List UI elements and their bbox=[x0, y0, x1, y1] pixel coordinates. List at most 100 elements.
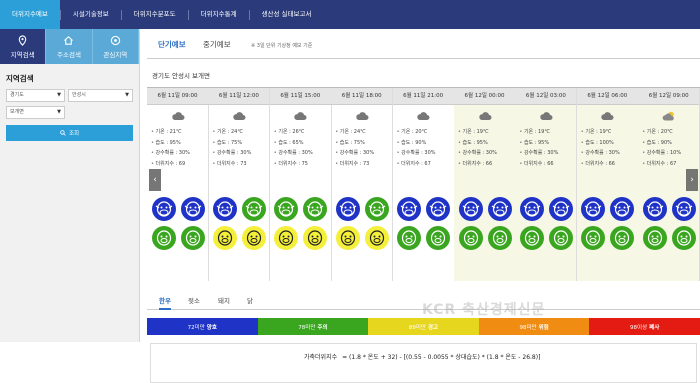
province-value: 경기도 bbox=[10, 92, 24, 98]
cow-face-icon bbox=[487, 197, 512, 221]
map-pin-icon bbox=[18, 34, 27, 46]
cow-face-icon bbox=[180, 197, 205, 221]
legend-item: 98미만 위험 bbox=[478, 318, 590, 335]
town-value: 보개면 bbox=[10, 109, 24, 115]
prev-arrow-button[interactable]: ‹ bbox=[149, 169, 161, 191]
forecast-info: • 기온 : 26℃ • 습도 : 65% • 강수확률 : 30% • 더위지수 :… bbox=[270, 127, 331, 189]
humidity-text: • 습도 : 95% bbox=[151, 139, 181, 146]
next-arrow-button[interactable]: › bbox=[686, 169, 698, 191]
humidity-value: 습도 : 95% bbox=[155, 139, 181, 146]
top-navigation: 더위지수예보 시설기술정보 더위지수분포도 더위지수통계 생산성 실태보고서 bbox=[0, 0, 700, 29]
animal-status-icons bbox=[515, 192, 577, 272]
heat-index-text: • 더위지수 : 66 bbox=[519, 160, 554, 167]
forecast-time: 6월 11일 12:00 bbox=[208, 88, 270, 105]
cow-face-icon bbox=[364, 197, 389, 221]
temperature-value: 기온 : 19℃ bbox=[462, 129, 489, 135]
forecast-tabs: 단기예보 중기예보 ※ 3일 단위 기상청 예보 기준 bbox=[147, 34, 700, 59]
weather-icon-cell bbox=[577, 105, 638, 127]
cow-face-icon bbox=[241, 197, 266, 221]
cow-face-icon bbox=[548, 197, 573, 221]
weather-icon-cell bbox=[454, 105, 515, 127]
forecast-column: 6월 12일 00:00 • 기온 : 19℃ • 습도 : 95% • 강수확률 :… bbox=[454, 88, 516, 281]
forecast-column: 6월 11일 15:00 • 기온 : 26℃ • 습도 : 65% • 강수확률 :… bbox=[269, 88, 332, 281]
tab-pig[interactable]: 돼지 bbox=[218, 295, 230, 305]
cow-face-icon bbox=[274, 197, 299, 221]
legend-item: 78미만 주의 bbox=[257, 318, 369, 335]
animal-status-icons bbox=[454, 192, 516, 272]
legend-level: 폐사 bbox=[649, 324, 660, 331]
province-select[interactable]: 경기도 ▼ bbox=[6, 89, 65, 102]
nav-statistics[interactable]: 더위지수통계 bbox=[189, 0, 249, 29]
weather-icon-cell bbox=[515, 105, 576, 127]
humidity-text: • 습도 : 95% bbox=[458, 139, 488, 146]
heat-index-legend: 72미만 양호 78미만 주의 89미만 경고 98미만 위험 98이상 폐사 bbox=[147, 318, 700, 335]
town-select[interactable]: 보개면 ▼ bbox=[6, 106, 65, 119]
heat-index-value: 더위지수 : 69 bbox=[155, 160, 186, 167]
forecast-info: • 기온 : 20℃ • 습도 : 90% • 강수확률 : 30% • 더위지수 :… bbox=[393, 127, 454, 189]
cow-face-icon bbox=[671, 197, 696, 221]
heat-index-value: 더위지수 : 73 bbox=[339, 160, 370, 167]
tab-dairy-cow[interactable]: 젖소 bbox=[188, 295, 200, 305]
pig-face-icon bbox=[151, 226, 176, 250]
temperature-text: • 기온 : 21℃ bbox=[151, 129, 182, 135]
humidity-text: • 습도 : 65% bbox=[273, 139, 304, 146]
pig-face-icon bbox=[610, 226, 635, 250]
pig-face-icon bbox=[212, 226, 237, 250]
temperature-value: 기온 : 24℃ bbox=[216, 129, 243, 135]
legend-range: 78미만 bbox=[298, 324, 316, 331]
forecast-column: 6월 11일 12:00 • 기온 : 24℃ • 습도 : 75% • 강수확률 :… bbox=[208, 88, 271, 281]
animal-status-icons bbox=[270, 192, 332, 272]
tab-short-forecast[interactable]: 단기예보 bbox=[158, 39, 186, 50]
temperature-value: 기온 : 20℃ bbox=[401, 129, 428, 135]
tab-favorite-region[interactable]: 관심지역 bbox=[92, 29, 139, 64]
temperature-text: • 기온 : 19℃ bbox=[580, 129, 612, 135]
rain-probability-text: • 강수확률 : 30% bbox=[519, 150, 559, 156]
pig-face-icon bbox=[397, 226, 422, 250]
pig-face-icon bbox=[241, 226, 266, 250]
forecast-info: • 기온 : 19℃ • 습도 : 95% • 강수확률 : 30% • 더위지수 :… bbox=[454, 127, 515, 189]
forecast-grid: 6월 11일 09:00 • 기온 : 21℃ • 습도 : 95% • 강수확률 :… bbox=[147, 87, 700, 281]
tab-hanwoo[interactable]: 한우 bbox=[159, 295, 171, 310]
pig-face-icon bbox=[487, 226, 512, 250]
humidity-value: 습도 : 95% bbox=[523, 139, 550, 146]
tab-region-search-label: 지역검색 bbox=[10, 50, 35, 59]
tab-mid-forecast[interactable]: 중기예보 bbox=[203, 39, 231, 50]
tab-address-search[interactable]: 주소검색 bbox=[46, 29, 93, 64]
forecast-info: • 기온 : 19℃ • 습도 : 100% • 강수확률 : 30% • 더위지수 … bbox=[577, 127, 638, 189]
cow-face-icon bbox=[397, 197, 422, 221]
nav-productivity-report[interactable]: 생산성 실태보고서 bbox=[250, 0, 324, 29]
cow-face-icon bbox=[335, 197, 360, 221]
temperature-text: • 기온 : 24℃ bbox=[335, 129, 366, 135]
pig-face-icon bbox=[581, 226, 606, 250]
heat-index-text: • 더위지수 : 66 bbox=[458, 160, 493, 167]
nav-facility-info[interactable]: 시설기술정보 bbox=[61, 0, 121, 29]
rain-probability-text: • 강수확률 : 10% bbox=[642, 150, 682, 156]
search-button[interactable]: 조회 bbox=[6, 125, 133, 141]
tab-region-search[interactable]: 지역검색 bbox=[0, 29, 47, 64]
temperature-text: • 기온 : 20℃ bbox=[642, 129, 673, 135]
nav-heat-forecast[interactable]: 더위지수예보 bbox=[0, 0, 60, 29]
cloud-icon bbox=[355, 112, 369, 120]
cow-face-icon bbox=[581, 197, 606, 221]
legend-level: 경고 bbox=[427, 324, 439, 331]
heat-index-text: • 더위지수 : 73 bbox=[335, 160, 370, 167]
temperature-value: 기온 : 20℃ bbox=[646, 129, 673, 135]
cloud-icon bbox=[601, 112, 614, 120]
legend-range: 98미만 bbox=[519, 324, 537, 331]
legend-level: 양호 bbox=[206, 324, 217, 331]
weather-icon-cell bbox=[638, 105, 699, 127]
city-select[interactable]: 안성시 ▼ bbox=[68, 89, 133, 102]
cow-face-icon bbox=[426, 197, 451, 221]
rain-probability-value: 강수확률 : 30% bbox=[523, 150, 559, 156]
location-label: 경기도 안성시 보개면 bbox=[152, 72, 210, 80]
rain-probability-text: • 강수확률 : 30% bbox=[273, 150, 313, 156]
cloud-icon bbox=[478, 112, 491, 120]
pig-face-icon bbox=[274, 226, 299, 250]
temperature-value: 기온 : 21℃ bbox=[155, 129, 182, 135]
forecast-info: • 기온 : 19℃ • 습도 : 95% • 강수확률 : 30% • 더위지수 :… bbox=[515, 127, 576, 189]
nav-distribution-map[interactable]: 더위지수분포도 bbox=[122, 0, 188, 29]
tab-chicken[interactable]: 닭 bbox=[247, 295, 253, 305]
cow-face-icon bbox=[151, 197, 176, 221]
forecast-time: 6월 12일 00:00 bbox=[454, 88, 515, 105]
forecast-info: • 기온 : 24℃ • 습도 : 75% • 강수확률 : 30% • 더위지수 :… bbox=[331, 127, 392, 189]
